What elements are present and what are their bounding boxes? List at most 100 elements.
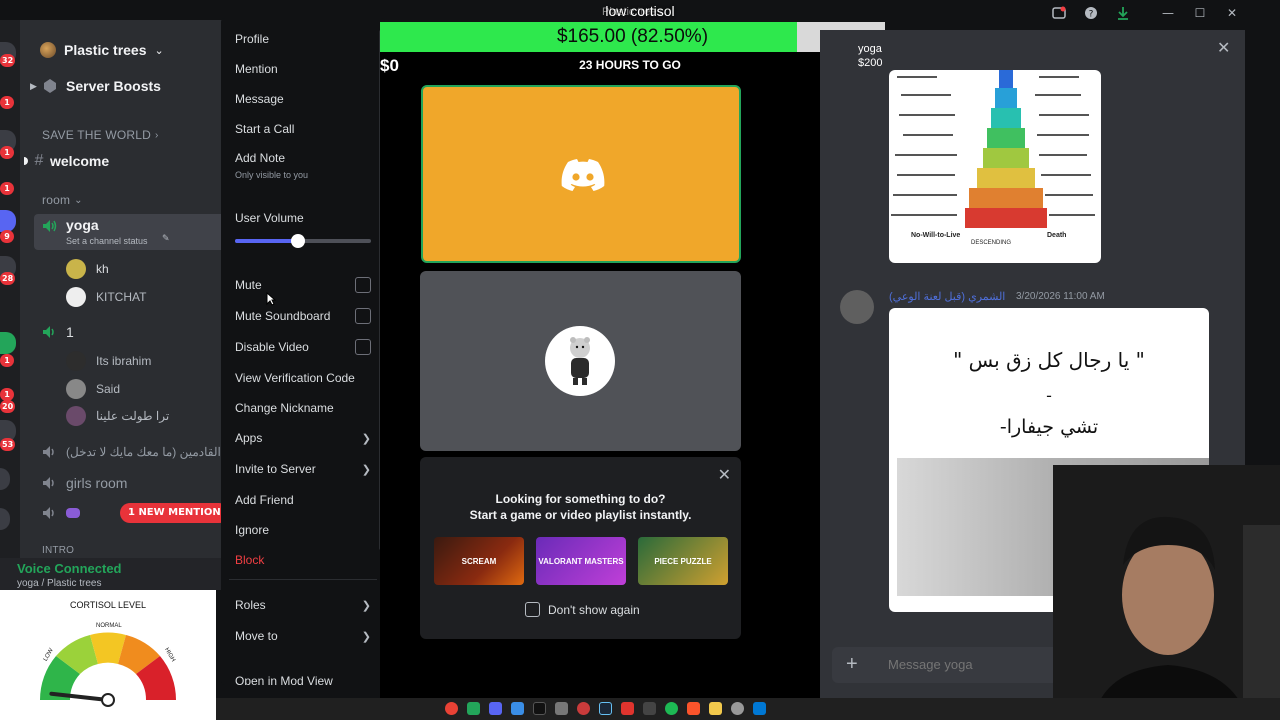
server-icon[interactable] [0, 332, 16, 354]
app-icon[interactable] [511, 702, 524, 715]
chevron-right-icon: ❯ [361, 599, 371, 612]
voice-connected-title[interactable]: Voice Connected [17, 561, 122, 576]
server-header[interactable]: Plastic trees ⌄ [20, 38, 230, 62]
channel-welcome[interactable]: # welcome [20, 151, 230, 171]
voice-channel-yoga[interactable]: yoga Set a channel status ✎ [34, 214, 230, 250]
channel-status-hint[interactable]: Set a channel status [66, 236, 148, 246]
menu-item-change-nickname[interactable]: Change Nickname [235, 401, 371, 415]
rail-badge: 32 [0, 54, 16, 67]
app-icon[interactable] [621, 702, 634, 715]
cortisol-gauge: CORTISOL LEVEL NORMAL LOW HIGH [0, 590, 216, 720]
voice-user[interactable]: kh [20, 258, 230, 280]
new-mention-pill[interactable]: 1 NEW MENTION [120, 503, 229, 523]
user-name: Its ibrahim [96, 354, 152, 368]
voice-channel-girls-room[interactable]: girls room [20, 473, 230, 493]
avatar [66, 379, 86, 399]
menu-label: Ignore [235, 523, 270, 537]
menu-item-mention[interactable]: Mention [235, 62, 371, 76]
message-author[interactable]: الشمري (قبل لعنة الوعي) [889, 290, 1005, 303]
menu-item-roles[interactable]: Roles ❯ [235, 598, 371, 612]
category-room[interactable]: room ⌄ [20, 192, 230, 208]
voice-channel-arabic[interactable]: ب القادمين (ما معك مايك لا تدخل) [20, 442, 230, 462]
spotify-icon[interactable] [665, 702, 678, 715]
menu-item-add-note[interactable]: Add Note [235, 151, 371, 165]
voice-channel-1[interactable]: 1 [20, 322, 230, 342]
menu-item-start-call[interactable]: Start a Call [235, 122, 371, 136]
voice-user[interactable]: KITCHAT [20, 286, 230, 308]
server-icon[interactable] [0, 468, 10, 490]
disable-video-checkbox[interactable] [355, 339, 371, 355]
mute-soundboard-checkbox[interactable] [355, 308, 371, 324]
emotion-scale-graphic: No-Will-to-Live DESCENDING Death [891, 70, 1095, 246]
close-icon[interactable]: ✕ [718, 465, 731, 485]
discord-icon[interactable] [489, 702, 502, 715]
dont-show-checkbox[interactable] [525, 602, 540, 617]
activity-thumb-scream[interactable]: SCREAM [434, 537, 524, 585]
tiktok-icon[interactable] [533, 702, 546, 715]
activity-thumb-valorant[interactable]: VALORANT MASTERS [536, 537, 626, 585]
goal-progress-text: $165.00 (82.50%) [556, 26, 709, 47]
volume-knob[interactable] [290, 234, 305, 248]
server-icon[interactable] [0, 508, 10, 530]
server-boosts[interactable]: ▶ Server Boosts [20, 76, 230, 96]
user-name: KITCHAT [96, 290, 147, 304]
rail-badge: 28 [0, 272, 16, 285]
menu-item-disable-video[interactable]: Disable Video [235, 339, 371, 355]
channel-name: 1 [66, 324, 74, 340]
video-tile-user[interactable] [420, 271, 741, 451]
steam-icon[interactable] [599, 702, 612, 715]
menu-item-invite-to-server[interactable]: Invite to Server ❯ [235, 462, 371, 476]
menu-item-message[interactable]: Message [235, 92, 371, 106]
app-icon[interactable] [555, 702, 568, 715]
menu-item-open-mod-view[interactable]: Open in Mod View [235, 674, 371, 685]
channel-name: yoga [66, 217, 99, 233]
user-volume-slider[interactable] [235, 234, 371, 248]
avatar [66, 259, 86, 279]
activity-thumb-puzzle[interactable]: PIECE PUZZLE [638, 537, 728, 585]
menu-item-apps[interactable]: Apps ❯ [235, 431, 371, 445]
speaker-icon [42, 445, 58, 459]
volume-fill [235, 239, 298, 243]
menu-item-move-to[interactable]: Move to ❯ [235, 629, 371, 643]
menu-label: Roles [235, 598, 266, 612]
chevron-right-icon: ❯ [361, 463, 371, 476]
menu-item-profile[interactable]: Profile [235, 32, 371, 46]
avatar[interactable] [840, 290, 874, 324]
menu-item-add-friend[interactable]: Add Friend [235, 493, 371, 507]
video-tile-speaking[interactable] [421, 85, 741, 263]
search-icon[interactable] [731, 702, 744, 715]
menu-item-view-verification[interactable]: View Verification Code [235, 371, 371, 385]
dont-show-again[interactable]: Don't show again [525, 602, 640, 617]
menu-item-block[interactable]: Block [235, 553, 371, 567]
chrome-icon[interactable] [445, 702, 458, 715]
voice-user[interactable]: Its ibrahim [20, 351, 230, 371]
folder-icon[interactable] [709, 702, 722, 715]
category-save-the-world[interactable]: SAVE THE WORLD › [20, 127, 230, 143]
pencil-icon[interactable]: ✎ [162, 234, 170, 244]
voice-user[interactable]: Said [20, 379, 230, 399]
gamepad-icon [66, 508, 80, 518]
streamer-camera [1053, 465, 1280, 720]
category-intro[interactable]: INTRO [20, 543, 230, 557]
menu-item-mute[interactable]: Mute [235, 277, 371, 293]
voice-user[interactable]: ترا طولت علينا [20, 406, 230, 426]
gauge-title: CORTISOL LEVEL [69, 600, 147, 610]
windows-start-icon[interactable] [753, 702, 766, 715]
close-icon[interactable]: ✕ [1217, 38, 1230, 58]
app-icon[interactable] [577, 702, 590, 715]
app-icon[interactable] [643, 702, 656, 715]
menu-label: Disable Video [235, 340, 309, 354]
app-icon[interactable] [467, 702, 480, 715]
menu-item-mute-soundboard[interactable]: Mute Soundboard [235, 308, 371, 324]
menu-item-ignore[interactable]: Ignore [235, 523, 371, 537]
user-name: kh [96, 262, 109, 276]
add-attachment-icon[interactable]: + [846, 653, 858, 676]
emotion-scale-image[interactable]: No-Will-to-Live DESCENDING Death [889, 70, 1101, 263]
mute-checkbox[interactable] [355, 277, 371, 293]
voice-connected-subtitle[interactable]: yoga / Plastic trees [17, 578, 101, 589]
rail-badge: 1 [0, 354, 14, 367]
call-stage: $165.00 (82.50%) $0 23 HOURS TO GO ✕ Loo… [380, 22, 885, 698]
brave-icon[interactable] [687, 702, 700, 715]
activity-headline: Looking for something to do? [495, 492, 666, 506]
server-icon[interactable] [0, 210, 16, 232]
